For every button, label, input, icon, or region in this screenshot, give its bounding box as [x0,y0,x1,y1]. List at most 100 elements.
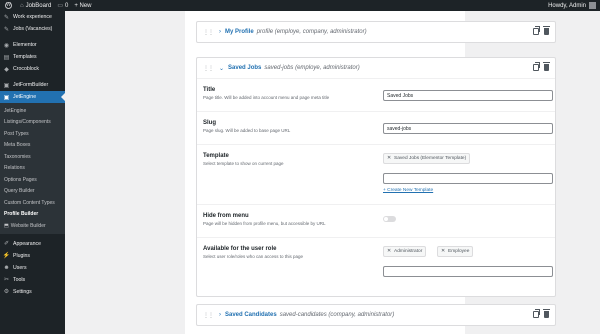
remove-icon[interactable]: ✕ [387,249,391,254]
sidebar-item-appearance[interactable]: ✐ Appearance [0,238,65,250]
avatar [589,2,596,9]
sidebar-item-work-experience[interactable]: ✎ Work experience [0,11,65,23]
page-card-my-profile: ⋮⋮ › My Profile profile (employe, compan… [196,21,556,43]
field-hide-from-menu: Hide from menu Page will be hidden from … [197,204,555,237]
field-label: Available for the user role [203,246,277,252]
copy-icon[interactable] [533,26,540,35]
website-builder-icon: ⬒ [4,222,9,229]
pin-icon: ✎ [3,14,10,21]
submenu-profile-builder[interactable]: Profile Builder [0,209,65,221]
card-header-saved-candidates[interactable]: ⋮⋮ › Saved Candidates saved-candidates (… [197,305,555,325]
field-description: Select user role/roles who can access to… [203,254,304,259]
hide-from-menu-toggle[interactable] [383,216,396,222]
copy-icon[interactable] [533,309,540,318]
comments-link[interactable]: ▭ 0 [57,2,68,10]
crocoblock-icon: ◆ [4,66,9,73]
role-search-input[interactable] [383,266,553,277]
slug-input[interactable]: saved-jobs [383,123,553,134]
submenu-listings[interactable]: Listings/Components [0,117,65,129]
sidebar-item-plugins[interactable]: ⚡ Plugins [0,250,65,262]
settings-icon: ⚙ [3,289,10,295]
chevron-right-icon[interactable]: › [219,312,221,318]
sidebar-item-tools[interactable]: ✂ Tools [0,274,65,286]
admin-sidebar: ✎ Work experience ✎ Jobs (Vacancies) ◉ Elem… [0,11,66,334]
field-description: Page title. Will be added into account m… [203,95,330,100]
home-icon: ⌂ [20,2,24,9]
admin-bar: W ⌂ JobBoard ▭ 0 + New Howdy, Admin [0,0,600,11]
field-label: Title [203,87,216,93]
jetengine-icon: ▣ [3,94,10,101]
jetformbuilder-icon: ▣ [3,82,10,89]
card-title[interactable]: My Profile [225,29,254,35]
comment-icon: ▭ [57,3,63,9]
title-input[interactable]: Saved Jobs [383,90,553,101]
template-chip: ✕ Saved Jobs (Elementor Template) [383,153,471,164]
users-icon: ☻ [3,264,10,271]
elementor-icon: ◉ [3,42,10,49]
field-description: Select template to show on current page [203,161,284,166]
greeting-text: Howdy, Admin [548,2,586,9]
main-content: ⋮⋮ › My Profile profile (employe, compan… [65,11,600,334]
sidebar-item-elementor[interactable]: ◉ Elementor [0,39,65,51]
submenu-jetengine[interactable]: JetEngine [0,105,65,117]
drag-handle-icon[interactable]: ⋮⋮ [203,29,214,36]
chevron-down-icon[interactable]: ⌄ [219,65,224,72]
remove-icon[interactable]: ✕ [441,249,445,254]
remove-icon[interactable]: ✕ [387,156,391,161]
submenu-meta-boxes[interactable]: Meta Boxes [0,140,65,152]
sidebar-item-jobs[interactable]: ✎ Jobs (Vacancies) [0,23,65,35]
sidebar-item-jetformbuilder[interactable]: ▣ JetFormBuilder [0,79,65,91]
drag-handle-icon[interactable]: ⋮⋮ [203,312,214,319]
sidebar-item-crocoblock[interactable]: ◆ Crocoblock [0,63,65,75]
card-subtitle: saved-jobs (employe, administrator) [264,65,360,71]
create-template-link[interactable]: + Create New Template [383,188,433,193]
card-subtitle: saved-candidates (company, administrator… [279,312,395,318]
field-label: Slug [203,120,216,126]
page-card-saved-jobs: ⋮⋮ ⌄ Saved Jobs saved-jobs (employe, adm… [196,57,556,297]
field-slug: Slug Page slug. Will be added to base pa… [197,111,555,144]
brush-icon: ✐ [3,241,10,247]
submenu-relations[interactable]: Relations [0,163,65,175]
drag-handle-icon[interactable]: ⋮⋮ [203,65,214,72]
wrench-icon: ✂ [3,277,10,283]
submenu-custom-content-types[interactable]: Custom Content Types [0,197,65,209]
jetengine-submenu: JetEngine Listings/Components Post Types… [0,103,65,234]
card-header-my-profile[interactable]: ⋮⋮ › My Profile profile (employe, compan… [197,22,555,42]
sidebar-item-templates[interactable]: ▤ Templates [0,51,65,63]
field-description: Page will be hidden from profile menu, b… [203,221,326,226]
template-search-input[interactable] [383,173,553,184]
submenu-taxonomies[interactable]: Taxonomies [0,151,65,163]
field-template: Template Select template to show on curr… [197,144,555,204]
submenu-website-builder[interactable]: ⬒ Website Builder [0,220,65,232]
field-description: Page slug. Will be added to base page UR… [203,128,291,133]
card-subtitle: profile (employe, company, administrator… [256,29,367,35]
page-card-saved-candidates: ⋮⋮ › Saved Candidates saved-candidates (… [196,304,556,326]
role-chip-employee: ✕ Employee [437,246,474,257]
plug-icon: ⚡ [2,253,11,259]
card-title[interactable]: Saved Candidates [225,312,277,318]
field-title: Title Page title. Will be added into acc… [197,78,555,111]
submenu-post-types[interactable]: Post Types [0,128,65,140]
field-label: Template [203,153,229,159]
submenu-options-pages[interactable]: Options Pages [0,174,65,186]
trash-icon[interactable] [543,62,550,71]
field-user-role: Available for the user role Select user … [197,237,555,297]
sidebar-item-settings[interactable]: ⚙ Settings [0,286,65,298]
field-label: Hide from menu [203,213,249,219]
sidebar-item-jetengine[interactable]: ▣ JetEngine [0,91,66,103]
new-content-button[interactable]: + New [74,3,91,9]
folder-icon: ▤ [3,54,10,61]
card-header-saved-jobs[interactable]: ⋮⋮ ⌄ Saved Jobs saved-jobs (employe, adm… [197,58,555,78]
card-title[interactable]: Saved Jobs [228,65,261,71]
role-chip-administrator: ✕ Administrator [383,246,427,257]
wordpress-logo-icon[interactable]: W [3,0,14,11]
trash-icon[interactable] [543,309,550,318]
copy-icon[interactable] [533,62,540,71]
sidebar-item-users[interactable]: ☻ Users [0,262,65,274]
submenu-query-builder[interactable]: Query Builder [0,186,65,198]
trash-icon[interactable] [543,26,550,35]
account-menu[interactable]: Howdy, Admin [548,0,596,11]
pin-icon: ✎ [3,26,10,33]
chevron-right-icon[interactable]: › [219,29,221,35]
site-name-link[interactable]: ⌂ JobBoard [20,3,51,9]
